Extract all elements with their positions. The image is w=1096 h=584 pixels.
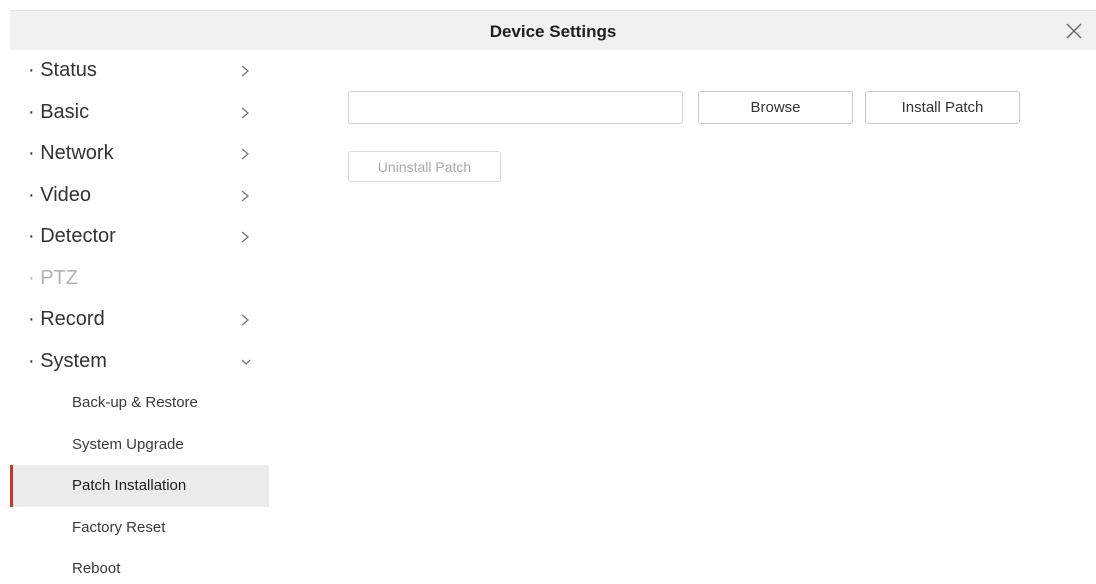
uninstall-patch-button[interactable]: Uninstall Patch: [348, 151, 501, 182]
chevron-right-icon: [240, 133, 252, 175]
sidebar-item-basic[interactable]: · Basic: [10, 92, 269, 134]
chevron-right-icon: [240, 175, 252, 217]
title-bar: Device Settings: [10, 10, 1096, 50]
sidebar-item-label: · Status: [28, 59, 97, 81]
sidebar-item-label: · Network: [28, 142, 114, 164]
chevron-right-icon: [240, 92, 252, 134]
sidebar-item-label: · Basic: [28, 100, 90, 123]
chevron-down-icon: [240, 341, 252, 383]
chevron-right-icon: [240, 50, 252, 92]
sidebar-subitem-reboot[interactable]: Reboot: [10, 548, 269, 584]
sidebar-subitem-factory-reset[interactable]: Factory Reset: [10, 507, 269, 549]
sidebar-subitem-patch-installation[interactable]: Patch Installation: [10, 465, 269, 507]
chevron-right-icon: [240, 299, 252, 341]
sidebar-item-status[interactable]: · Status: [10, 50, 269, 92]
sidebar-item-label: · Record: [28, 308, 105, 330]
sidebar-item-ptz: · PTZ: [10, 258, 269, 300]
sidebar-subitem-backup-restore[interactable]: Back-up & Restore: [10, 382, 269, 424]
sidebar-item-label: · Video: [28, 183, 92, 206]
close-icon: [1066, 23, 1082, 39]
sidebar-subitem-system-upgrade[interactable]: System Upgrade: [10, 424, 269, 466]
sidebar-item-label: · PTZ: [28, 266, 78, 289]
browse-button[interactable]: Browse: [698, 91, 853, 124]
install-patch-button[interactable]: Install Patch: [865, 91, 1020, 124]
device-settings-window: Device Settings · Status · Basic · Netwo…: [0, 0, 1096, 584]
sidebar-item-network[interactable]: · Network: [10, 133, 269, 175]
sidebar-item-system[interactable]: · System: [10, 341, 269, 383]
chevron-right-icon: [240, 216, 252, 258]
sidebar-item-label: · System: [28, 349, 107, 372]
window-title: Device Settings: [489, 22, 617, 41]
sidebar-item-detector[interactable]: · Detector: [10, 216, 269, 258]
close-button[interactable]: [1064, 21, 1084, 41]
patch-file-path-input[interactable]: [348, 91, 683, 124]
patch-installation-panel: Browse Install Patch Uninstall Patch: [269, 50, 1096, 584]
sidebar-item-label: · Detector: [28, 225, 116, 247]
sidebar-item-record[interactable]: · Record: [10, 299, 269, 341]
settings-sidebar: · Status · Basic · Network · Video · Det…: [10, 50, 269, 584]
sidebar-item-video[interactable]: · Video: [10, 175, 269, 217]
